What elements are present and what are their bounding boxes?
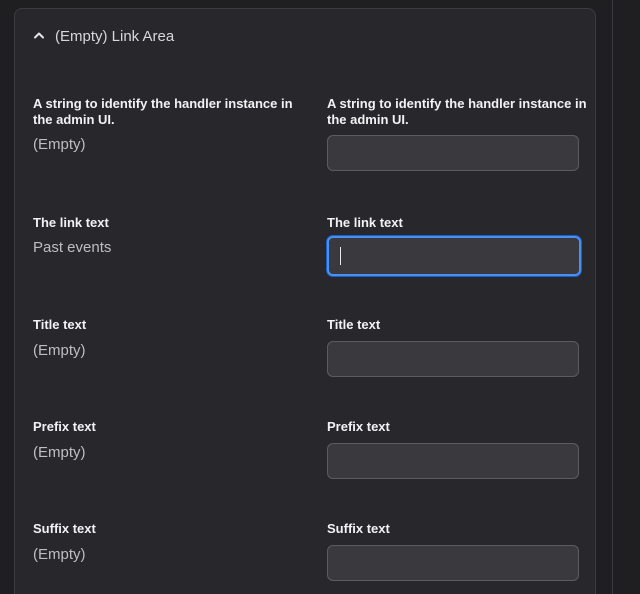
settings-page: (Empty) Link Area A string to identify t… bbox=[0, 0, 640, 594]
field-row-suffix-text: Suffix text (Empty) Suffix text bbox=[33, 521, 583, 591]
current-value: (Empty) bbox=[33, 444, 86, 461]
link-area-section: (Empty) Link Area A string to identify t… bbox=[14, 8, 596, 594]
current-label: Title text bbox=[33, 317, 87, 332]
link-text-input[interactable] bbox=[327, 236, 581, 276]
edit-label: The link text bbox=[327, 215, 403, 230]
current-label: Prefix text bbox=[33, 419, 96, 434]
current-label: The link text bbox=[33, 215, 109, 230]
chevron-up-icon[interactable] bbox=[31, 28, 47, 44]
field-row-handler-instance: A string to identify the handler instanc… bbox=[33, 96, 587, 184]
current-value: Past events bbox=[33, 239, 112, 256]
field-row-title-text: Title text (Empty) Title text bbox=[33, 317, 583, 387]
handler-instance-input[interactable] bbox=[327, 135, 579, 171]
current-value: (Empty) bbox=[33, 136, 86, 153]
current-label: A string to identify the handler instanc… bbox=[33, 96, 293, 127]
text-cursor bbox=[340, 247, 341, 265]
edit-label: Prefix text bbox=[327, 419, 390, 434]
edit-label: A string to identify the handler instanc… bbox=[327, 96, 587, 127]
suffix-text-input[interactable] bbox=[327, 545, 579, 581]
scrollbar-track[interactable] bbox=[612, 0, 640, 594]
edit-label: Title text bbox=[327, 317, 381, 332]
current-label: Suffix text bbox=[33, 521, 96, 536]
field-row-link-text: The link text Past events The link text bbox=[33, 215, 583, 285]
section-toggle[interactable]: (Empty) Link Area bbox=[31, 25, 174, 47]
current-value: (Empty) bbox=[33, 342, 86, 359]
field-row-prefix-text: Prefix text (Empty) Prefix text bbox=[33, 419, 583, 489]
current-value: (Empty) bbox=[33, 546, 86, 563]
title-text-input[interactable] bbox=[327, 341, 579, 377]
edit-label: Suffix text bbox=[327, 521, 390, 536]
prefix-text-input[interactable] bbox=[327, 443, 579, 479]
section-title: (Empty) Link Area bbox=[55, 27, 175, 45]
